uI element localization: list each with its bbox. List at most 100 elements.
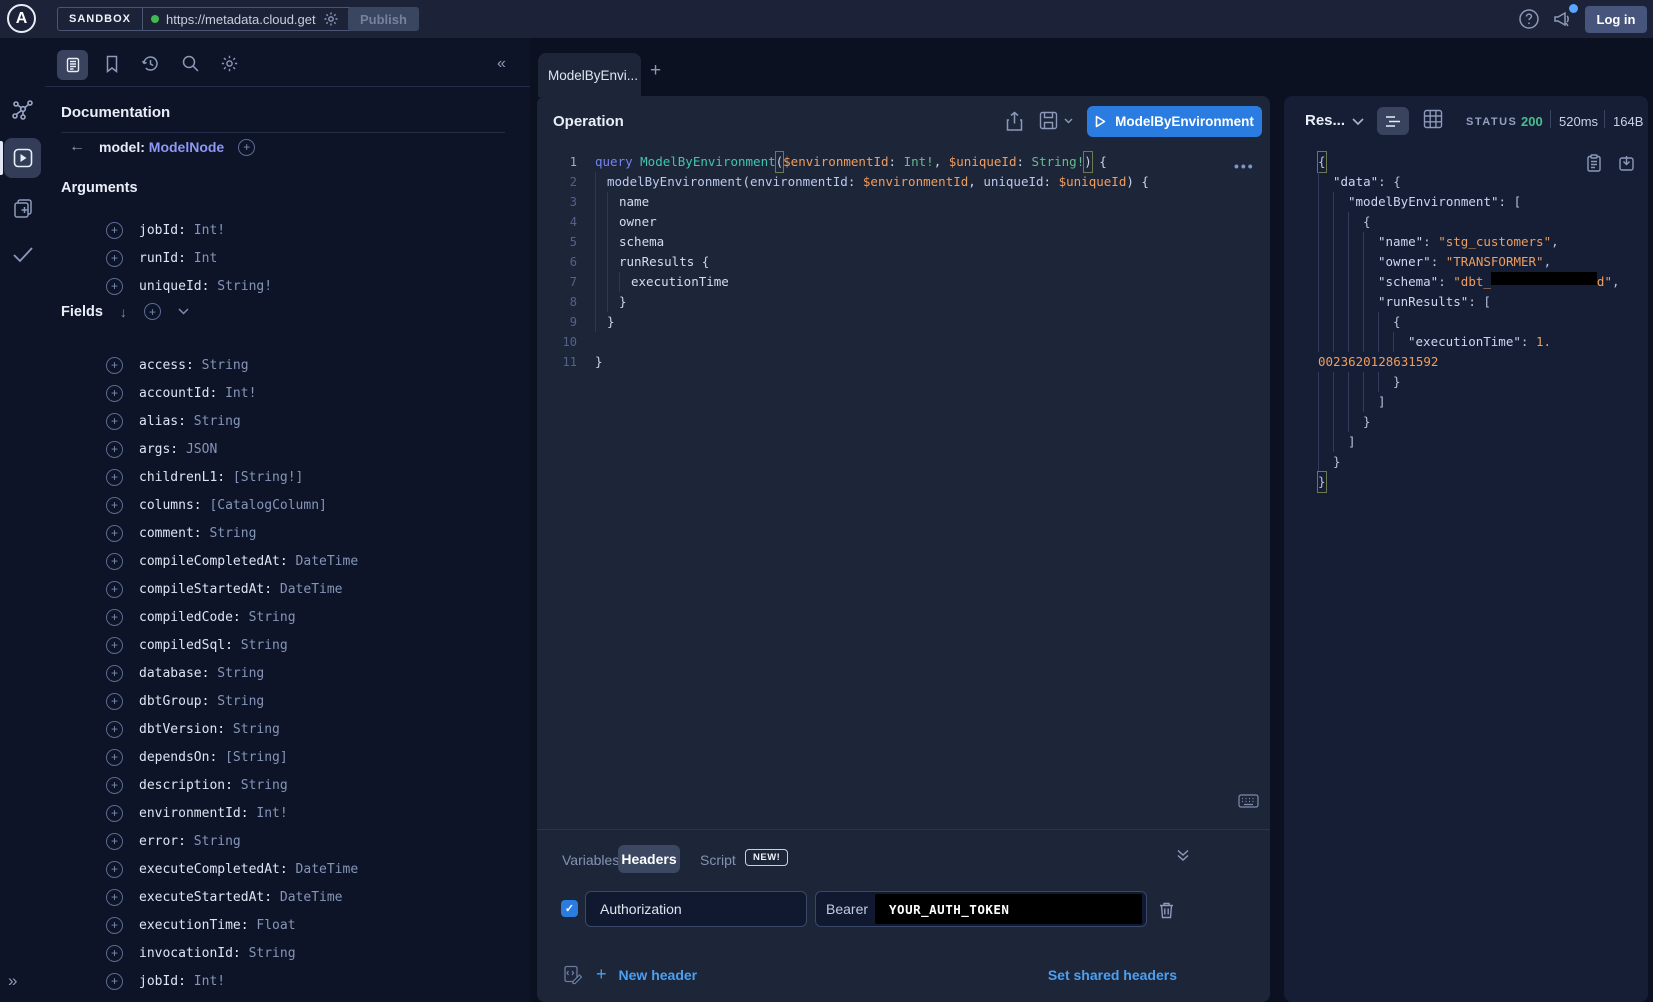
download-response-icon[interactable] xyxy=(1618,154,1635,172)
json-line[interactable]: "owner": "TRANSFORMER", xyxy=(1318,252,1620,272)
save-dropdown-chevron-icon[interactable] xyxy=(1064,118,1073,124)
argument-type[interactable]: Int xyxy=(194,251,217,266)
field-type[interactable]: Int! xyxy=(225,386,256,401)
breadcrumb-type[interactable]: ModelNode xyxy=(149,139,224,155)
header-value-input[interactable]: Bearer YOUR_AUTH_TOKEN xyxy=(815,891,1147,927)
tab-bookmarks[interactable] xyxy=(103,54,121,74)
field-type[interactable]: JSON xyxy=(186,442,217,457)
field-type[interactable]: String xyxy=(194,834,241,849)
add-field-button[interactable]: + xyxy=(106,777,123,794)
tree-view-toggle[interactable] xyxy=(1377,107,1409,135)
field-type[interactable]: DateTime xyxy=(296,862,359,877)
field-type[interactable]: String xyxy=(202,358,249,373)
field-name[interactable]: args: xyxy=(139,442,186,457)
field-name[interactable]: executeStartedAt: xyxy=(139,890,280,905)
announcements-megaphone-icon[interactable] xyxy=(1552,8,1575,30)
json-line[interactable]: "schema": "dbt_d", xyxy=(1318,272,1620,292)
json-line[interactable]: "modelByEnvironment": [ xyxy=(1318,192,1620,212)
new-header-button[interactable]: + New header xyxy=(596,964,697,985)
field-name[interactable]: dependsOn: xyxy=(139,750,225,765)
add-field-button[interactable]: + xyxy=(106,469,123,486)
keyboard-shortcuts-icon[interactable] xyxy=(1238,794,1259,808)
publish-button[interactable]: Publish xyxy=(348,7,419,31)
code-line[interactable]: name xyxy=(595,192,1149,212)
field-name[interactable]: executeCompletedAt: xyxy=(139,862,296,877)
field-type[interactable]: String xyxy=(249,946,296,961)
collapse-panel-icon[interactable]: « xyxy=(497,55,506,73)
json-line[interactable]: } xyxy=(1318,472,1620,492)
argument-type[interactable]: String! xyxy=(217,279,272,294)
field-type[interactable]: [String!] xyxy=(233,470,303,485)
graphql-editor[interactable]: query ModelByEnvironment($environmentId:… xyxy=(595,152,1149,372)
field-type[interactable]: Float xyxy=(256,918,295,933)
field-name[interactable]: jobId: xyxy=(139,974,194,989)
field-type[interactable]: String xyxy=(249,610,296,625)
tab-settings[interactable] xyxy=(220,54,239,73)
json-line[interactable]: { xyxy=(1318,312,1620,332)
field-type[interactable]: [CatalogColumn] xyxy=(209,498,326,513)
add-field-button[interactable]: + xyxy=(106,833,123,850)
run-operation-button[interactable]: ModelByEnvironment xyxy=(1087,106,1262,137)
field-name[interactable]: alias: xyxy=(139,414,194,429)
argument-name[interactable]: runId: xyxy=(139,251,194,266)
environment-edit-icon[interactable] xyxy=(563,965,582,985)
field-name[interactable]: childrenL1: xyxy=(139,470,233,485)
fields-options-chevron-icon[interactable] xyxy=(178,308,189,315)
table-view-toggle[interactable] xyxy=(1422,108,1444,130)
json-line[interactable]: { xyxy=(1318,152,1620,172)
field-name[interactable]: database: xyxy=(139,666,217,681)
field-type[interactable]: String xyxy=(233,722,280,737)
json-line[interactable]: "data": { xyxy=(1318,172,1620,192)
field-name[interactable]: accountId: xyxy=(139,386,225,401)
field-type[interactable]: String xyxy=(217,694,264,709)
add-type-button[interactable]: + xyxy=(238,139,255,156)
field-name[interactable]: description: xyxy=(139,778,241,793)
collections-icon[interactable] xyxy=(11,196,35,220)
add-field-button[interactable]: + xyxy=(106,609,123,626)
apollo-logo-icon[interactable]: A xyxy=(7,4,36,33)
add-field-button[interactable]: + xyxy=(106,693,123,710)
sort-fields-icon[interactable]: ↓ xyxy=(120,304,127,320)
add-field-button[interactable]: + xyxy=(106,721,123,738)
field-name[interactable]: invocationId: xyxy=(139,946,249,961)
tab-script[interactable]: Script xyxy=(700,852,736,868)
code-line[interactable]: } xyxy=(595,312,1149,332)
field-type[interactable]: [String] xyxy=(225,750,288,765)
json-line[interactable]: ] xyxy=(1318,392,1620,412)
save-icon[interactable] xyxy=(1039,111,1058,130)
sidebar-item-explorer[interactable] xyxy=(4,138,41,178)
add-all-fields-button[interactable]: + xyxy=(144,303,161,320)
checks-icon[interactable] xyxy=(10,242,36,266)
add-field-button[interactable]: + xyxy=(106,917,123,934)
field-name[interactable]: environmentId: xyxy=(139,806,256,821)
login-button[interactable]: Log in xyxy=(1585,6,1647,33)
tab-search[interactable] xyxy=(181,54,200,73)
field-name[interactable]: compileCompletedAt: xyxy=(139,554,296,569)
help-icon[interactable] xyxy=(1518,8,1540,30)
add-field-button[interactable]: + xyxy=(106,413,123,430)
field-type[interactable]: Int! xyxy=(194,974,225,989)
field-type[interactable]: String xyxy=(194,414,241,429)
set-shared-headers-link[interactable]: Set shared headers xyxy=(957,967,1177,983)
add-field-button[interactable]: + xyxy=(106,889,123,906)
argument-type[interactable]: Int! xyxy=(194,223,225,238)
code-line[interactable]: owner xyxy=(595,212,1149,232)
add-field-button[interactable]: + xyxy=(106,250,123,267)
add-field-button[interactable]: + xyxy=(106,357,123,374)
field-type[interactable]: String xyxy=(241,638,288,653)
code-line[interactable]: } xyxy=(595,292,1149,312)
json-line[interactable]: 0023620128631592 xyxy=(1318,352,1620,372)
response-json[interactable]: {"data": {"modelByEnvironment": [{"name"… xyxy=(1318,152,1620,492)
tab-docs[interactable] xyxy=(57,50,88,80)
json-line[interactable]: "executionTime": 1. xyxy=(1318,332,1620,352)
add-field-button[interactable]: + xyxy=(106,749,123,766)
field-type[interactable]: DateTime xyxy=(296,554,359,569)
add-field-button[interactable]: + xyxy=(106,637,123,654)
code-line[interactable]: schema xyxy=(595,232,1149,252)
field-name[interactable]: comment: xyxy=(139,526,209,541)
json-line[interactable]: { xyxy=(1318,212,1620,232)
operation-tab[interactable]: ModelByEnvi... xyxy=(538,53,641,97)
code-line[interactable]: executionTime xyxy=(595,272,1149,292)
new-tab-plus-icon[interactable]: + xyxy=(650,60,661,82)
field-type[interactable]: DateTime xyxy=(280,890,343,905)
